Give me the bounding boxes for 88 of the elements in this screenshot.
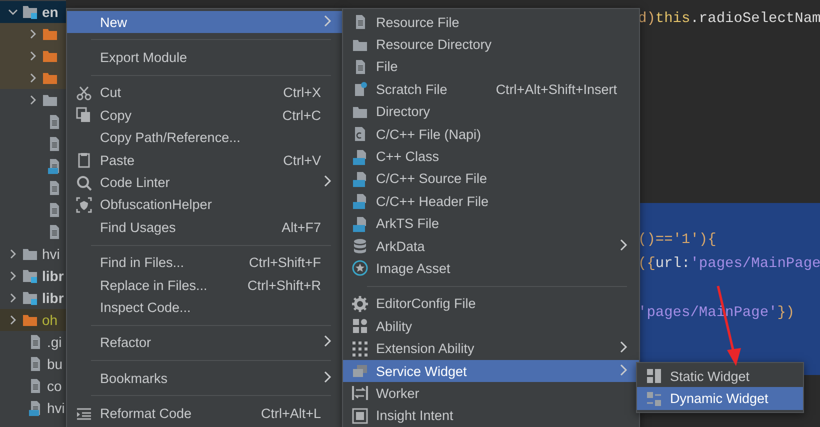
menu-item[interactable]: ObfuscationHelper <box>67 194 343 216</box>
module-folder-icon <box>22 4 38 20</box>
menu-item[interactable]: Resource Directory <box>343 33 639 56</box>
ts-file-icon <box>27 400 43 416</box>
header-file-icon <box>352 193 368 210</box>
menu-item[interactable]: Ability <box>343 315 639 338</box>
ts-file-icon <box>46 158 62 174</box>
menu-item[interactable]: Dynamic Widget <box>637 387 803 410</box>
indent-lines-icon <box>76 406 92 422</box>
shield-icon <box>76 196 92 213</box>
chevron-down-icon[interactable] <box>8 7 18 17</box>
c-file-icon <box>352 126 368 142</box>
box-icon <box>352 408 368 424</box>
tree-item-label[interactable]: en <box>42 4 58 20</box>
tree-item-label[interactable]: hvi <box>42 246 60 262</box>
menu-item[interactable]: Static Widget <box>637 365 803 388</box>
menu-item[interactable]: Find in Files... Ctrl+Shift+F <box>67 252 343 274</box>
menu-item[interactable]: Export Module <box>67 46 343 69</box>
menu-item[interactable]: Copy Ctrl+C <box>67 104 343 127</box>
menu-item[interactable]: New <box>67 11 343 34</box>
folder-icon <box>42 92 58 108</box>
tree-item-label[interactable]: co <box>47 378 62 394</box>
tree-item-label[interactable]: libr <box>42 268 64 284</box>
chevron-right-icon[interactable] <box>8 249 18 259</box>
chevron-right-icon[interactable] <box>8 271 18 281</box>
menu-item[interactable]: Replace in Files... Ctrl+Shift+R <box>67 274 343 296</box>
tree-item-label[interactable]: oh <box>42 312 58 328</box>
module-folder-icon <box>22 290 38 306</box>
grid-blocks-icon <box>352 318 368 334</box>
tree-item-label[interactable]: hvi <box>47 400 65 416</box>
tree-item-label[interactable]: .gi <box>47 334 62 350</box>
gear-icon <box>352 296 368 312</box>
database-icon <box>352 238 368 254</box>
search-icon <box>76 174 92 191</box>
menu-item[interactable]: C/C++ Header File <box>343 190 639 213</box>
menu-item[interactable]: Cut Ctrl+X <box>67 82 343 104</box>
menu-item[interactable]: Resource File <box>343 11 639 34</box>
menu-item[interactable]: ArkData <box>343 234 639 258</box>
chevron-right-icon[interactable] <box>28 29 38 39</box>
menu-item[interactable]: Find Usages Alt+F7 <box>67 216 343 239</box>
dot-grid-icon <box>352 340 368 357</box>
menu-item[interactable]: C++ Class <box>343 145 639 168</box>
menu-item[interactable]: Image Asset <box>343 257 639 280</box>
chevron-right-icon[interactable] <box>28 51 38 61</box>
menu-item[interactable]: Insight Intent <box>343 404 639 427</box>
layout-swap-icon <box>646 390 662 407</box>
chevron-right-icon[interactable] <box>8 315 18 325</box>
folder-icon <box>42 70 58 86</box>
scissors-icon <box>76 84 92 101</box>
menu-item[interactable]: Reformat Code Ctrl+Alt+L <box>67 402 343 425</box>
layout-grid-icon <box>646 368 662 384</box>
menu-item[interactable]: File <box>343 56 639 78</box>
menu-item[interactable]: Extension Ability <box>343 337 639 360</box>
code-line: ()=='1'){ <box>638 232 716 248</box>
menu-item[interactable]: Code Linter <box>67 171 343 194</box>
folder-icon <box>22 246 38 262</box>
menu-item[interactable]: EditorConfig File <box>343 292 639 316</box>
code-line: ({url:'pages/MainPage <box>638 256 820 272</box>
stacked-cards-icon <box>352 363 368 380</box>
chevron-right-icon[interactable] <box>8 293 18 303</box>
star-circle-icon <box>352 260 368 276</box>
menu-item[interactable]: ArkTS File <box>343 212 639 235</box>
menu-item[interactable]: Inspect Code... <box>67 296 343 319</box>
chevron-right-icon[interactable] <box>28 73 38 83</box>
scratch-file-icon <box>352 81 368 98</box>
menu-item[interactable]: Refactor <box>67 332 343 354</box>
folder-icon <box>42 48 58 64</box>
tree-item-label[interactable]: bu <box>47 356 63 372</box>
menu-item[interactable]: Service Widget <box>343 360 639 382</box>
cpp-file-icon <box>352 148 368 165</box>
menu-item[interactable]: C/C++ File (Napi) <box>343 122 639 146</box>
c-file-icon <box>352 170 368 187</box>
menu-item[interactable]: Worker <box>343 382 639 405</box>
menu-item[interactable]: Bookmarks <box>67 367 343 390</box>
menu-item[interactable]: Directory <box>343 100 639 123</box>
menu-item[interactable]: Paste Ctrl+V <box>67 148 343 172</box>
menu-item[interactable]: Scratch File Ctrl+Alt+Shift+Insert <box>343 78 639 101</box>
ets-file-icon <box>352 216 368 232</box>
chevron-right-icon[interactable] <box>28 95 38 105</box>
copy-icon <box>76 107 92 124</box>
folder-icon <box>22 312 38 328</box>
menu-item[interactable]: C/C++ Source File <box>343 168 639 190</box>
menu-item[interactable]: Copy Path/Reference... <box>67 126 343 149</box>
folder-icon <box>42 26 58 42</box>
tree-item-label[interactable]: libr <box>42 290 64 306</box>
clipboard-icon <box>76 152 92 168</box>
module-folder-icon <box>22 268 38 284</box>
swap-icon <box>352 385 368 402</box>
